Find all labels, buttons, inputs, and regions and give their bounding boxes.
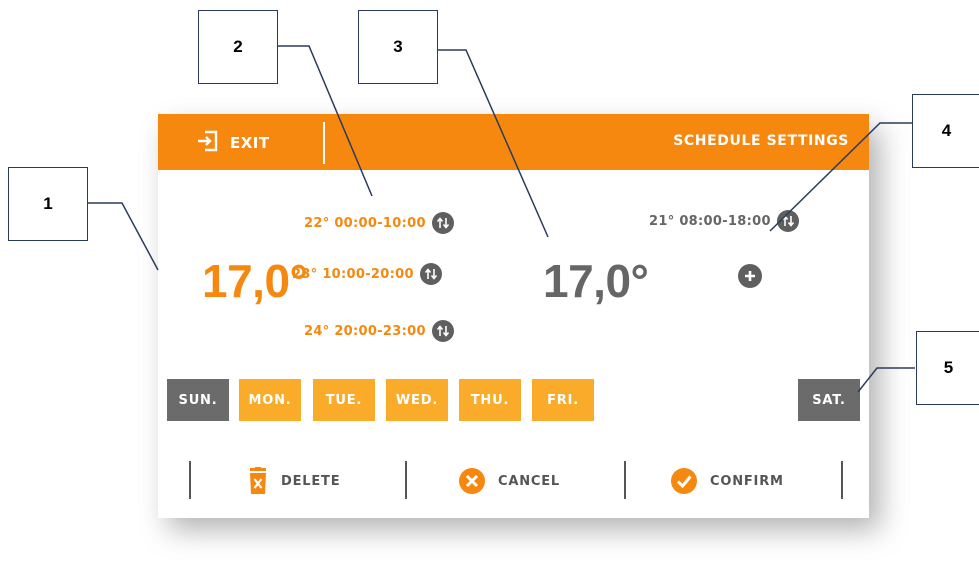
- callout-lines: [87, 45, 915, 393]
- callout-2: 2: [198, 10, 278, 84]
- callout-3: 3: [358, 10, 438, 84]
- callout-5: 5: [916, 331, 979, 405]
- leader-line-5: [857, 367, 915, 393]
- leader-line-1: [87, 202, 159, 271]
- callout-4: 4: [912, 94, 979, 168]
- leader-line-3: [436, 49, 549, 238]
- leader-line-4: [769, 122, 912, 232]
- callout-1: 1: [8, 167, 88, 241]
